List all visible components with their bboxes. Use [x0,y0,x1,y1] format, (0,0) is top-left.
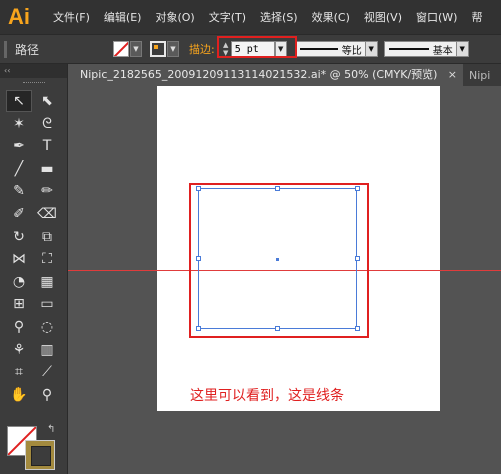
menu-type[interactable]: 文字(T) [202,9,253,25]
brush-definition-dropdown[interactable]: 基本 ▼ [383,41,469,57]
tools-panel-collapse[interactable]: ‹‹ [0,64,67,78]
shape-builder-tool-icon[interactable]: ◔ [6,271,32,293]
stroke-color-dropdown-arrow[interactable]: ▼ [167,41,179,57]
free-transform-tool-icon[interactable]: ⛶ [34,248,60,270]
artboard-tool-icon[interactable]: ⌗ [6,361,32,383]
gradient-tool-icon[interactable]: ▭ [34,293,60,315]
stroke-weight-label: 描边: [189,43,215,56]
selection-handle[interactable] [275,186,280,191]
variable-width-profile-label: 等比 [341,45,362,57]
selection-handle[interactable] [355,326,360,331]
slice-tool-icon[interactable]: ⟋ [34,361,60,383]
column-graph-tool-icon[interactable]: ▥ [34,339,60,361]
selection-handle[interactable] [355,186,360,191]
menu-object[interactable]: 对象(O) [148,9,201,25]
eyedropper-tool-icon[interactable]: ⚲ [6,316,32,338]
rectangle-tool-icon[interactable]: ▬ [34,158,60,180]
zoom-tool-icon[interactable]: ⚲ [34,384,60,406]
magic-wand-tool-icon[interactable]: ✶ [6,113,32,135]
selection-handle[interactable] [275,326,280,331]
tools-panel-grip[interactable] [22,82,45,85]
selection-handle[interactable] [196,326,201,331]
menu-effect[interactable]: 效果(C) [305,9,357,25]
stroke-swatch-large[interactable] [25,440,55,470]
app-logo: Ai [8,4,30,29]
graph-tool-icon[interactable]: ▦ [34,271,60,293]
selection-type-label: 路径 [4,40,89,58]
fill-dropdown-arrow[interactable]: ▼ [130,41,142,57]
selection-handle[interactable] [355,256,360,261]
symbol-sprayer-tool-icon[interactable]: ⚘ [6,339,32,361]
menu-window[interactable]: 窗口(W) [409,9,464,25]
document-tab[interactable]: Nipic_2182565_20091209113114021532.ai* @… [72,64,463,86]
menu-help[interactable]: 帮 [464,9,489,25]
menu-edit[interactable]: 编辑(E) [97,9,149,25]
line-tool-icon[interactable]: ╱ [6,158,32,180]
brush-definition-label: 基本 [432,45,453,57]
paintbrush-tool-icon[interactable]: ✎ [6,180,32,202]
selection-tool-icon[interactable]: ↖ [6,90,32,112]
selection-handle[interactable] [196,186,201,191]
lasso-tool-icon[interactable]: ᘓ [34,113,60,135]
rotate-tool-icon[interactable]: ↻ [6,226,32,248]
scale-tool-icon[interactable]: ⧉ [34,226,60,248]
variable-width-profile-dropdown[interactable]: 等比 ▼ [294,41,378,57]
direct-selection-tool-icon[interactable]: ⬉ [34,90,60,112]
menu-file[interactable]: 文件(F) [46,9,97,25]
mesh-tool-icon[interactable]: ⊞ [6,293,32,315]
center-point [276,258,279,261]
width-tool-icon[interactable]: ⋈ [6,248,32,270]
pen-tool-icon[interactable]: ✒ [6,135,32,157]
annotation-caption: 这里可以看到，这是线条 [190,388,344,404]
stroke-weight-highlight [217,36,297,58]
eraser-tool-icon[interactable]: ⌫ [34,203,60,225]
document-tab-title: Nipic_2182565_20091209113114021532.ai* @… [80,68,438,81]
swap-fill-stroke-icon[interactable]: ↰ [47,424,55,435]
close-tab-icon[interactable]: × [448,64,457,86]
menu-bar: Ai 文件(F) 编辑(E) 对象(O) 文字(T) 选择(S) 效果(C) 视… [0,0,501,34]
document-tab-2[interactable]: Nipi [463,69,490,82]
menu-select[interactable]: 选择(S) [253,9,305,25]
menu-view[interactable]: 视图(V) [357,9,409,25]
blend-tool-icon[interactable]: ◌ [34,316,60,338]
document-tab-bar: Nipic_2182565_20091209113114021532.ai* @… [72,64,501,86]
hand-tool-icon[interactable]: ✋ [6,384,32,406]
fill-color-swatch[interactable] [113,41,129,57]
stroke-color-swatch[interactable] [150,41,166,57]
blob-brush-tool-icon[interactable]: ✐ [6,203,32,225]
type-tool-icon[interactable]: T [34,135,60,157]
pencil-tool-icon[interactable]: ✏ [34,180,60,202]
selection-handle[interactable] [196,256,201,261]
